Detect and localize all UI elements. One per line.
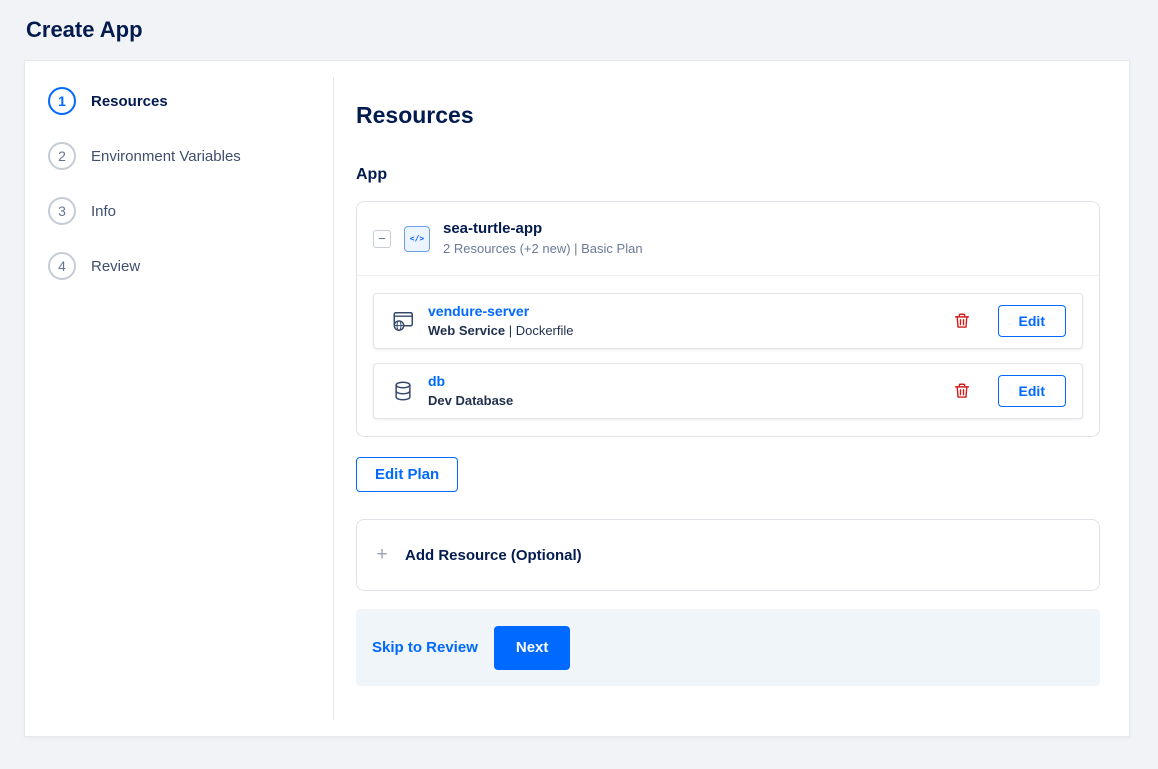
edit-plan-button[interactable]: Edit Plan [356,457,459,492]
next-button[interactable]: Next [493,625,571,670]
app-card-header: − </> sea-turtle-app 2 Resources (+2 new… [357,202,1099,276]
step-info[interactable]: 3 Info [48,197,333,225]
add-resource-label: Add Resource (Optional) [405,546,582,564]
collapse-app-button[interactable]: − [373,229,391,248]
resource-subtitle: Web Service | Dockerfile [428,323,574,339]
step-label: Environment Variables [91,147,241,165]
app-header-text: sea-turtle-app 2 Resources (+2 new) | Ba… [443,220,643,257]
skip-to-review-link[interactable]: Skip to Review [372,639,478,656]
resource-subtitle: Dev Database [428,393,513,409]
resource-detail: | Dockerfile [508,323,574,338]
step-label: Review [91,257,141,275]
delete-resource-button[interactable] [948,377,976,405]
wizard-footer: Skip to Review Next [356,609,1100,686]
step-review[interactable]: 4 Review [48,252,333,280]
resource-row-db: db Dev Database Edit [373,363,1083,419]
app-name: sea-turtle-app [443,220,543,237]
resource-name-link[interactable]: db [428,373,513,390]
app-section-label: App [356,166,388,183]
page-title: Create App [26,17,143,42]
resource-text: db Dev Database [428,373,513,409]
step-label: Resources [91,92,168,110]
resource-type: Dev Database [428,393,514,408]
create-app-page: Create App 1 Resources 2 Environment Var… [0,0,1158,769]
step-content: Resources App − </> sea-turtle-app 2 Res… [334,61,1129,736]
edit-resource-button[interactable]: Edit [997,375,1066,407]
step-number-circle: 3 [48,197,76,225]
resource-name-link[interactable]: vendure-server [428,303,574,320]
add-resource-card[interactable]: + Add Resource (Optional) [356,519,1100,591]
wizard-card: 1 Resources 2 Environment Variables 3 In… [24,60,1130,737]
trash-icon [954,313,969,328]
resource-type: Web Service [428,323,506,338]
resource-list: vendure-server Web Service | Dockerfile [357,276,1099,436]
delete-resource-button[interactable] [948,307,976,335]
resource-row-vendure-server: vendure-server Web Service | Dockerfile [373,293,1083,349]
database-icon [390,380,416,402]
web-service-icon [390,309,416,333]
code-icon: </> [404,225,430,252]
plus-icon: + [376,544,388,565]
step-number-circle: 4 [48,252,76,280]
resource-text: vendure-server Web Service | Dockerfile [428,303,574,339]
trash-icon [954,383,969,398]
content-heading: Resources [356,102,474,128]
wizard-stepper: 1 Resources 2 Environment Variables 3 In… [25,61,333,736]
step-label: Info [91,202,117,220]
edit-resource-button[interactable]: Edit [997,305,1066,337]
step-number-circle: 1 [48,87,76,115]
app-card: − </> sea-turtle-app 2 Resources (+2 new… [356,201,1100,437]
step-environment-variables[interactable]: 2 Environment Variables [48,142,333,170]
step-resources[interactable]: 1 Resources [48,87,333,115]
app-meta: 2 Resources (+2 new) | Basic Plan [443,241,643,256]
step-number-circle: 2 [48,142,76,170]
